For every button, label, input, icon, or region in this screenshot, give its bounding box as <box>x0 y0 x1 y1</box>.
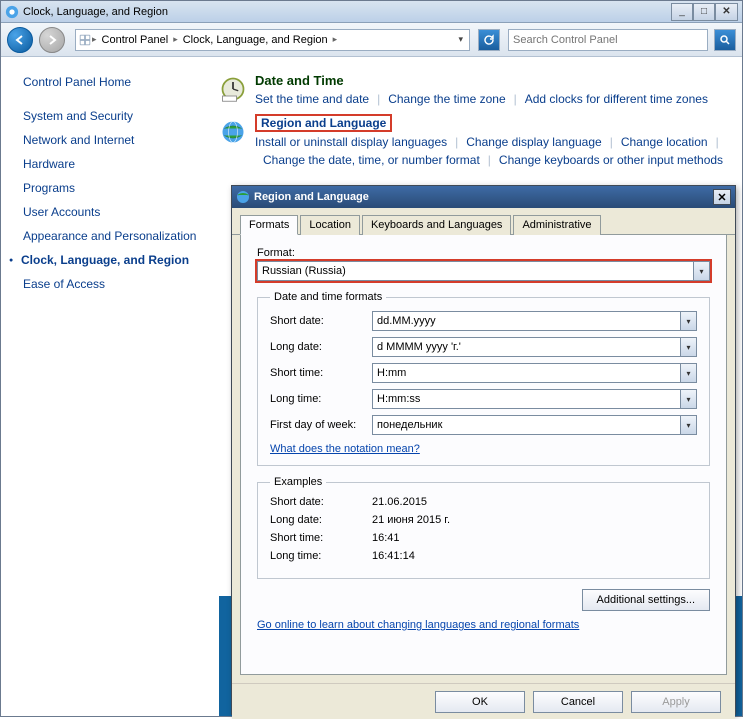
long-time-select[interactable]: H:mm:ss▾ <box>372 389 697 409</box>
additional-settings-button[interactable]: Additional settings... <box>582 589 710 611</box>
short-date-select[interactable]: dd.MM.yyyy▾ <box>372 311 697 331</box>
chevron-down-icon: ▾ <box>680 416 696 434</box>
ex-long-date-label: Long date: <box>270 514 372 526</box>
tab-formats[interactable]: Formats <box>240 215 298 235</box>
ex-short-date-value: 21.06.2015 <box>372 496 427 508</box>
dialog-titlebar: Region and Language ✕ <box>232 186 735 208</box>
chevron-down-icon: ▾ <box>693 262 709 280</box>
link-change-location[interactable]: Change location <box>613 133 716 151</box>
sidebar-item-clock[interactable]: Clock, Language, and Region <box>23 253 219 267</box>
region-title[interactable]: Region and Language <box>255 114 392 132</box>
sidebar-item-system[interactable]: System and Security <box>23 109 219 123</box>
notation-link[interactable]: What does the notation mean? <box>270 443 420 455</box>
ex-long-date-value: 21 июня 2015 г. <box>372 514 450 526</box>
link-install-lang[interactable]: Install or uninstall display languages <box>255 133 455 151</box>
online-link[interactable]: Go online to learn about changing langua… <box>257 619 710 631</box>
apply-button: Apply <box>631 691 721 713</box>
breadcrumb[interactable]: ▸ Control Panel ▸ Clock, Language, and R… <box>75 29 470 51</box>
datetime-title[interactable]: Date and Time <box>255 73 732 88</box>
clock-icon <box>219 75 247 103</box>
format-label: Format: <box>257 247 710 259</box>
link-display-lang[interactable]: Change display language <box>458 133 609 151</box>
link-number-format[interactable]: Change the date, time, or number format <box>255 151 488 169</box>
tab-keyboards[interactable]: Keyboards and Languages <box>362 215 512 235</box>
search-bar[interactable] <box>508 29 708 51</box>
examples-group: Examples Short date:21.06.2015 Long date… <box>257 476 710 579</box>
tab-admin[interactable]: Administrative <box>513 215 600 235</box>
nav-back-button[interactable] <box>7 27 33 53</box>
link-set-time[interactable]: Set the time and date <box>255 90 377 108</box>
ex-short-date-label: Short date: <box>270 496 372 508</box>
category-datetime: Date and Time Set the time and date| Cha… <box>219 73 732 108</box>
short-time-label: Short time: <box>270 367 372 379</box>
format-value: Russian (Russia) <box>262 265 346 277</box>
first-day-label: First day of week: <box>270 419 372 431</box>
window-title: Clock, Language, and Region <box>23 6 671 18</box>
ex-short-time-value: 16:41 <box>372 532 400 544</box>
sidebar-item-programs[interactable]: Programs <box>23 181 219 195</box>
close-button[interactable]: ✕ <box>715 3 738 21</box>
category-region: Region and Language Install or uninstall… <box>219 116 732 169</box>
sidebar-item-accounts[interactable]: User Accounts <box>23 205 219 219</box>
chevron-down-icon: ▾ <box>680 390 696 408</box>
cancel-button[interactable]: Cancel <box>533 691 623 713</box>
sidebar-item-hardware[interactable]: Hardware <box>23 157 219 171</box>
sidebar-item-home[interactable]: Control Panel Home <box>23 75 219 89</box>
navbar: ▸ Control Panel ▸ Clock, Language, and R… <box>1 23 742 57</box>
long-time-label: Long time: <box>270 393 372 405</box>
link-add-clocks[interactable]: Add clocks for different time zones <box>517 90 716 108</box>
chevron-down-icon: ▾ <box>680 312 696 330</box>
tab-location[interactable]: Location <box>300 215 360 235</box>
short-date-label: Short date: <box>270 315 372 327</box>
breadcrumb-root[interactable]: Control Panel <box>97 34 174 46</box>
ex-long-time-value: 16:41:14 <box>372 550 415 562</box>
search-button[interactable] <box>714 29 736 51</box>
tab-pane-formats: Format: Russian (Russia) ▾ Date and time… <box>240 235 727 675</box>
titlebar: Clock, Language, and Region _ □ ✕ <box>1 1 742 23</box>
ok-button[interactable]: OK <box>435 691 525 713</box>
maximize-button[interactable]: □ <box>693 3 715 21</box>
dtf-legend: Date and time formats <box>270 291 386 303</box>
sidebar: Control Panel Home System and Security N… <box>1 57 219 716</box>
dialog-globe-icon <box>236 190 250 204</box>
region-language-dialog: Region and Language ✕ Formats Location K… <box>231 185 736 715</box>
ex-long-time-label: Long time: <box>270 550 372 562</box>
breadcrumb-icon <box>78 33 92 47</box>
sidebar-item-network[interactable]: Network and Internet <box>23 133 219 147</box>
dialog-title: Region and Language <box>254 191 713 203</box>
control-panel-window: Clock, Language, and Region _ □ ✕ ▸ Cont… <box>0 0 743 717</box>
long-date-select[interactable]: d MMMM yyyy 'г.'▾ <box>372 337 697 357</box>
format-select[interactable]: Russian (Russia) ▾ <box>257 261 710 281</box>
chevron-down-icon: ▾ <box>680 338 696 356</box>
ex-short-time-label: Short time: <box>270 532 372 544</box>
sidebar-item-ease[interactable]: Ease of Access <box>23 277 219 291</box>
date-time-formats-group: Date and time formats Short date: dd.MM.… <box>257 291 710 466</box>
nav-forward-button <box>39 27 65 53</box>
refresh-button[interactable] <box>478 29 500 51</box>
short-time-select[interactable]: H:mm▾ <box>372 363 697 383</box>
first-day-select[interactable]: понедельник▾ <box>372 415 697 435</box>
dialog-buttons: OK Cancel Apply <box>232 683 735 719</box>
window-icon <box>5 5 19 19</box>
tabstrip: Formats Location Keyboards and Languages… <box>232 208 735 235</box>
chevron-down-icon: ▾ <box>680 364 696 382</box>
link-change-tz[interactable]: Change the time zone <box>380 90 513 108</box>
minimize-button[interactable]: _ <box>671 3 693 21</box>
globe-icon <box>219 118 247 146</box>
examples-legend: Examples <box>270 476 326 488</box>
dialog-close-button[interactable]: ✕ <box>713 189 731 205</box>
long-date-label: Long date: <box>270 341 372 353</box>
search-input[interactable] <box>513 34 703 46</box>
breadcrumb-current[interactable]: Clock, Language, and Region <box>178 34 333 46</box>
sidebar-item-appearance[interactable]: Appearance and Personalization <box>23 229 219 243</box>
breadcrumb-dropdown-icon[interactable]: ▾ <box>454 34 467 45</box>
link-keyboards[interactable]: Change keyboards or other input methods <box>491 151 731 169</box>
